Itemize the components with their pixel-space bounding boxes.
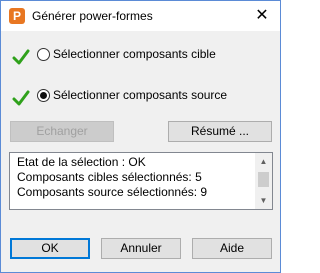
selection-status-box[interactable]: Etat de la sélection : OK Composants cib… bbox=[9, 152, 273, 210]
app-logo-icon: P bbox=[9, 8, 25, 24]
close-button[interactable]: ✕ bbox=[246, 1, 278, 31]
swap-button[interactable]: Echanger bbox=[10, 121, 114, 142]
radio-source-components[interactable] bbox=[37, 89, 50, 102]
status-line: Etat de la sélection : OK bbox=[17, 155, 146, 169]
summary-button[interactable]: Résumé ... bbox=[168, 121, 272, 142]
close-icon: ✕ bbox=[255, 7, 269, 24]
option-row-source: Sélectionner composants source bbox=[1, 86, 280, 106]
ok-button[interactable]: OK bbox=[10, 238, 90, 259]
title-bar: P Générer power-formes ✕ bbox=[1, 1, 280, 31]
radio-target-components-label[interactable]: Sélectionner composants cible bbox=[53, 47, 216, 61]
status-line: Composants cibles sélectionnés: 5 bbox=[17, 170, 202, 184]
vertical-scrollbar[interactable]: ▲ ▼ bbox=[255, 153, 272, 209]
help-button[interactable]: Aide bbox=[192, 238, 272, 259]
dialog-window: P Générer power-formes ✕ Sélectionner co… bbox=[0, 0, 281, 273]
checkmark-icon bbox=[12, 49, 30, 65]
cancel-button[interactable]: Annuler bbox=[101, 238, 181, 259]
checkmark-icon bbox=[12, 90, 30, 106]
radio-source-components-label[interactable]: Sélectionner composants source bbox=[53, 88, 227, 102]
window-title: Générer power-formes bbox=[32, 9, 153, 23]
scroll-up-icon[interactable]: ▲ bbox=[255, 153, 272, 170]
scroll-down-icon[interactable]: ▼ bbox=[255, 192, 272, 209]
option-row-target: Sélectionner composants cible bbox=[1, 45, 280, 65]
radio-target-components[interactable] bbox=[37, 48, 50, 61]
status-line: Composants source sélectionnés: 9 bbox=[17, 185, 208, 199]
scrollbar-thumb[interactable] bbox=[258, 172, 269, 187]
